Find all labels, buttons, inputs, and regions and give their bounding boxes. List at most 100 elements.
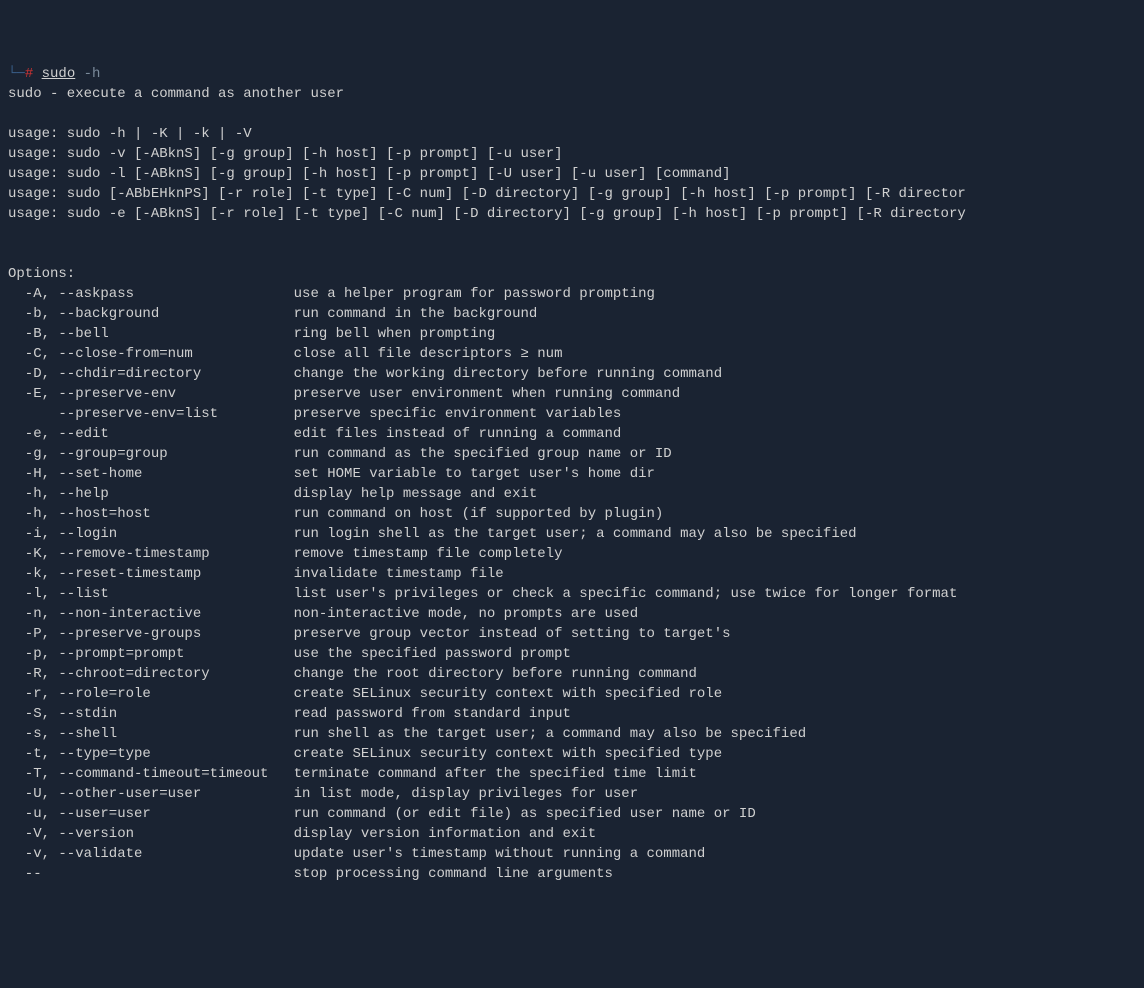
option-row: -D, --chdir=directorychange the working … [8, 364, 1136, 384]
option-description: display version information and exit [294, 824, 596, 844]
option-row: -i, --loginrun login shell as the target… [8, 524, 1136, 544]
prompt-line: └─# sudo -h [8, 64, 1136, 84]
option-flags: -b, --background [8, 304, 294, 324]
option-description: run command on host (if supported by plu… [294, 504, 664, 524]
option-description: stop processing command line arguments [294, 864, 613, 884]
option-flags: -i, --login [8, 524, 294, 544]
usage-line: usage: sudo -e [-ABknS] [-r role] [-t ty… [8, 204, 1136, 224]
option-flags: -S, --stdin [8, 704, 294, 724]
option-flags: --preserve-env=list [8, 404, 294, 424]
option-description: update user's timestamp without running … [294, 844, 706, 864]
option-flags: -E, --preserve-env [8, 384, 294, 404]
option-description: run command in the background [294, 304, 538, 324]
option-description: preserve specific environment variables [294, 404, 622, 424]
option-description: display help message and exit [294, 484, 538, 504]
usage-line: usage: sudo -l [-ABknS] [-g group] [-h h… [8, 164, 1136, 184]
option-flags: -U, --other-user=user [8, 784, 294, 804]
option-row: -C, --close-from=numclose all file descr… [8, 344, 1136, 364]
option-row: -n, --non-interactivenon-interactive mod… [8, 604, 1136, 624]
option-description: preserve group vector instead of setting… [294, 624, 731, 644]
option-flags: -A, --askpass [8, 284, 294, 304]
option-flags: -R, --chroot=directory [8, 664, 294, 684]
option-flags: -T, --command-timeout=timeout [8, 764, 294, 784]
option-flags: -p, --prompt=prompt [8, 644, 294, 664]
options-header: Options: [8, 264, 1136, 284]
option-row: -E, --preserve-envpreserve user environm… [8, 384, 1136, 404]
option-row: -V, --versiondisplay version information… [8, 824, 1136, 844]
prompt-hash: # [25, 64, 33, 84]
option-row: -A, --askpassuse a helper program for pa… [8, 284, 1136, 304]
option-flags: -h, --host=host [8, 504, 294, 524]
option-flags: -v, --validate [8, 844, 294, 864]
option-flags: -C, --close-from=num [8, 344, 294, 364]
option-flags: -h, --help [8, 484, 294, 504]
option-row: -p, --prompt=promptuse the specified pas… [8, 644, 1136, 664]
option-description: ring bell when prompting [294, 324, 496, 344]
option-flags: -P, --preserve-groups [8, 624, 294, 644]
option-row: --stop processing command line arguments [8, 864, 1136, 884]
option-description: edit files instead of running a command [294, 424, 622, 444]
option-description: run command (or edit file) as specified … [294, 804, 756, 824]
option-row: -l, --listlist user's privileges or chec… [8, 584, 1136, 604]
option-description: preserve user environment when running c… [294, 384, 680, 404]
usage-line: usage: sudo [-ABbEHknPS] [-r role] [-t t… [8, 184, 1136, 204]
option-flags: -u, --user=user [8, 804, 294, 824]
option-row: -g, --group=grouprun command as the spec… [8, 444, 1136, 464]
option-row: -e, --editedit files instead of running … [8, 424, 1136, 444]
option-row: -k, --reset-timestampinvalidate timestam… [8, 564, 1136, 584]
option-description: use the specified password prompt [294, 644, 571, 664]
option-description: read password from standard input [294, 704, 571, 724]
option-row: -P, --preserve-groupspreserve group vect… [8, 624, 1136, 644]
usage-line: usage: sudo -v [-ABknS] [-g group] [-h h… [8, 144, 1136, 164]
option-row: -r, --role=rolecreate SELinux security c… [8, 684, 1136, 704]
option-row: -U, --other-user=userin list mode, displ… [8, 784, 1136, 804]
option-description: change the root directory before running… [294, 664, 697, 684]
option-description: terminate command after the specified ti… [294, 764, 697, 784]
option-flags: -s, --shell [8, 724, 294, 744]
option-flags: -g, --group=group [8, 444, 294, 464]
option-description: create SELinux security context with spe… [294, 744, 722, 764]
command-description: sudo - execute a command as another user [8, 84, 1136, 104]
prompt-corner: └─ [8, 64, 25, 84]
option-description: list user's privileges or check a specif… [294, 584, 958, 604]
option-description: run command as the specified group name … [294, 444, 672, 464]
option-flags: -t, --type=type [8, 744, 294, 764]
option-row: -t, --type=typecreate SELinux security c… [8, 744, 1136, 764]
option-row: -h, --host=hostrun command on host (if s… [8, 504, 1136, 524]
option-row: -b, --backgroundrun command in the backg… [8, 304, 1136, 324]
option-description: change the working directory before runn… [294, 364, 722, 384]
option-row: -R, --chroot=directorychange the root di… [8, 664, 1136, 684]
option-description: use a helper program for password prompt… [294, 284, 655, 304]
usage-line: usage: sudo -h | -K | -k | -V [8, 124, 1136, 144]
option-row: -B, --bellring bell when prompting [8, 324, 1136, 344]
terminal-output[interactable]: └─# sudo -hsudo - execute a command as a… [8, 64, 1136, 884]
option-flags: -B, --bell [8, 324, 294, 344]
command-arg: -h [84, 64, 101, 84]
option-flags: -D, --chdir=directory [8, 364, 294, 384]
options-block: -A, --askpassuse a helper program for pa… [8, 284, 1136, 884]
option-flags: -k, --reset-timestamp [8, 564, 294, 584]
option-row: -H, --set-homeset HOME variable to targe… [8, 464, 1136, 484]
option-flags: -- [8, 864, 294, 884]
option-row: -T, --command-timeout=timeoutterminate c… [8, 764, 1136, 784]
option-row: -K, --remove-timestampremove timestamp f… [8, 544, 1136, 564]
option-flags: -K, --remove-timestamp [8, 544, 294, 564]
option-row: -u, --user=userrun command (or edit file… [8, 804, 1136, 824]
option-row: -h, --helpdisplay help message and exit [8, 484, 1136, 504]
option-description: run shell as the target user; a command … [294, 724, 806, 744]
option-description: remove timestamp file completely [294, 544, 563, 564]
option-row: -S, --stdinread password from standard i… [8, 704, 1136, 724]
option-row: -v, --validateupdate user's timestamp wi… [8, 844, 1136, 864]
option-description: non-interactive mode, no prompts are use… [294, 604, 638, 624]
command-name: sudo [42, 64, 76, 84]
usage-block: usage: sudo -h | -K | -k | -Vusage: sudo… [8, 124, 1136, 224]
option-description: set HOME variable to target user's home … [294, 464, 655, 484]
option-flags: -l, --list [8, 584, 294, 604]
option-flags: -V, --version [8, 824, 294, 844]
option-flags: -n, --non-interactive [8, 604, 294, 624]
option-description: create SELinux security context with spe… [294, 684, 722, 704]
option-description: invalidate timestamp file [294, 564, 504, 584]
option-description: run login shell as the target user; a co… [294, 524, 857, 544]
option-row: -s, --shellrun shell as the target user;… [8, 724, 1136, 744]
option-description: close all file descriptors ≥ num [294, 344, 563, 364]
